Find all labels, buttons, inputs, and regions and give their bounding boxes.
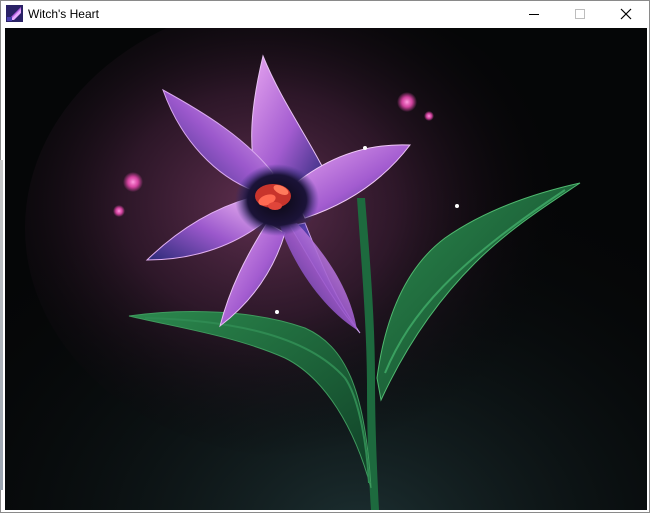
game-canvas[interactable] bbox=[5, 28, 647, 510]
close-button[interactable] bbox=[603, 1, 649, 27]
flower-scene bbox=[5, 28, 647, 510]
window-edge bbox=[0, 160, 3, 490]
sparkle bbox=[397, 92, 417, 112]
maximize-icon bbox=[574, 8, 586, 20]
witch-hat-icon bbox=[6, 5, 23, 22]
sparkle bbox=[113, 205, 125, 217]
title-bar[interactable]: Witch's Heart bbox=[1, 1, 649, 27]
app-window: Witch's Heart bbox=[0, 0, 650, 513]
minimize-button[interactable] bbox=[511, 1, 557, 27]
close-icon bbox=[620, 8, 632, 20]
maximize-button[interactable] bbox=[557, 1, 603, 27]
sparkle bbox=[123, 172, 143, 192]
window-title: Witch's Heart bbox=[28, 7, 99, 21]
minimize-icon bbox=[528, 8, 540, 20]
sparkle bbox=[424, 111, 434, 121]
